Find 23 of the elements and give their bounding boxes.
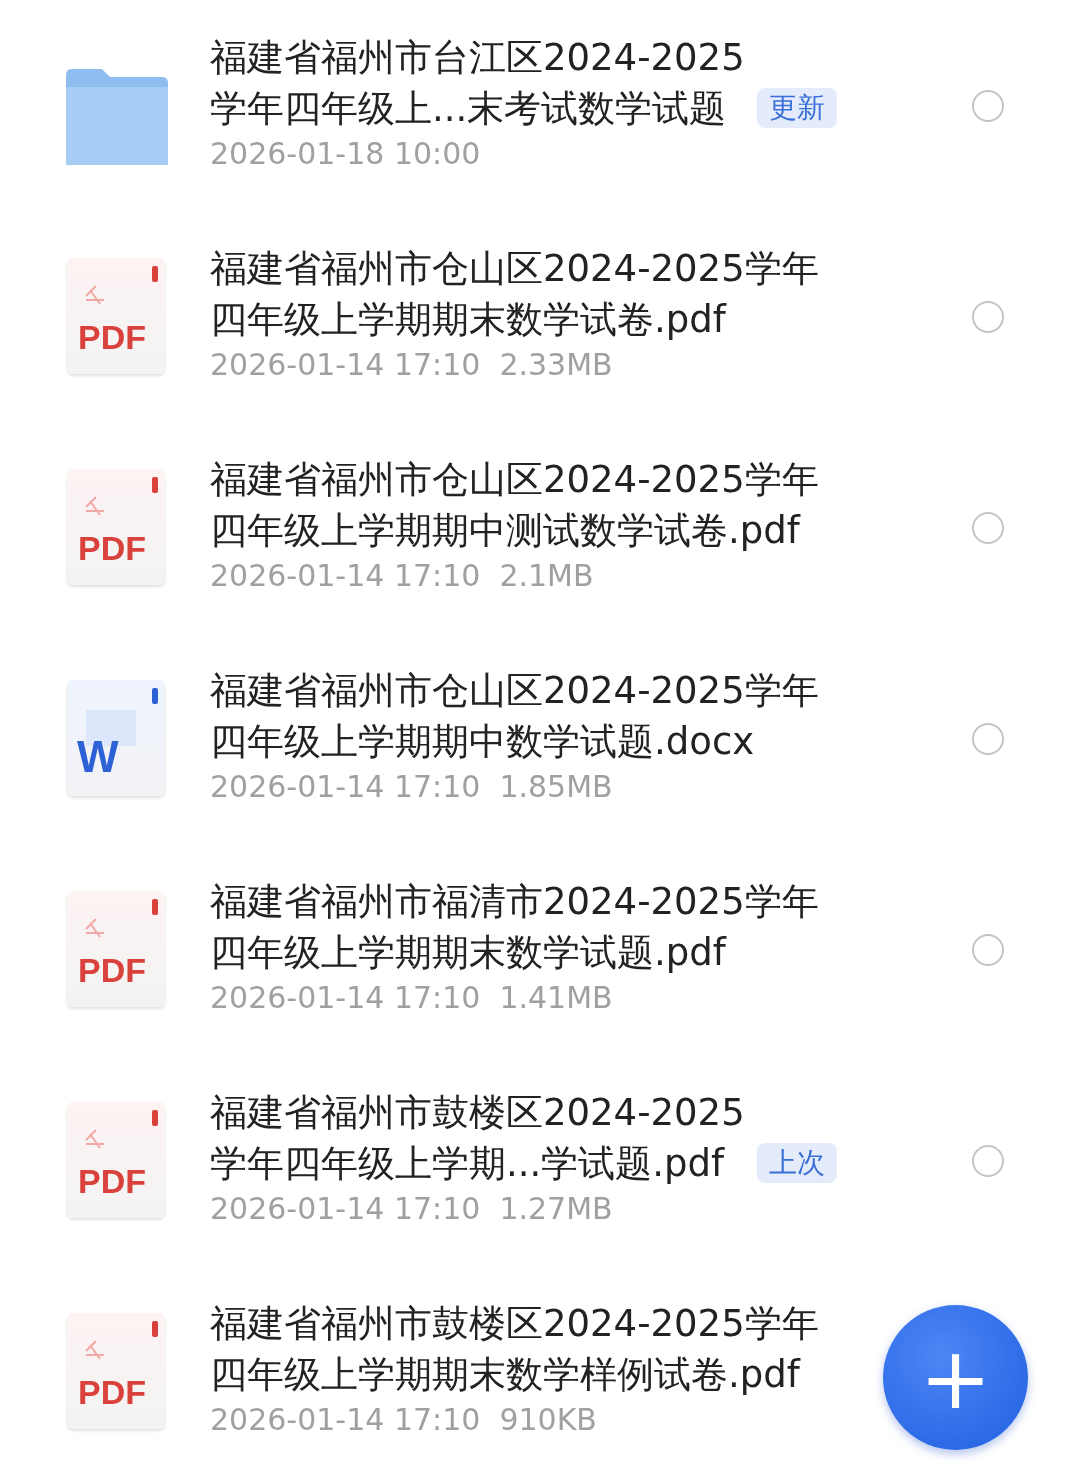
file-name[interactable]: 福建省福州市仓山区2024-2025学年 四年级上学期期末数学试卷.pdf: [210, 243, 819, 345]
add-button[interactable]: +: [883, 1305, 1028, 1450]
file-name[interactable]: 福建省福州市台江区2024-2025 学年四年级上...末考试数学试题: [210, 32, 745, 134]
file-name[interactable]: 福建省福州市鼓楼区2024-2025学年 四年级上学期期末数学样例试卷.pdf: [210, 1298, 819, 1400]
select-radio[interactable]: [972, 722, 1004, 755]
file-info: 2026-01-14 17:10 2.1MB: [210, 558, 595, 593]
select-radio[interactable]: [972, 933, 1004, 966]
status-tag: 上次: [756, 1143, 837, 1183]
file-name[interactable]: 福建省福州市仓山区2024-2025学年 四年级上学期期中测试数学试卷.pdf: [210, 454, 819, 556]
select-radio[interactable]: [972, 1144, 1004, 1177]
file-info: 2026-01-14 17:10 2.33MB: [210, 347, 614, 382]
file-name[interactable]: 福建省福州市仓山区2024-2025学年 四年级上学期期中数学试题.docx: [210, 665, 819, 767]
status-tag: 更新: [756, 88, 837, 128]
file-name[interactable]: 福建省福州市福清市2024-2025学年 四年级上学期期末数学试题.pdf: [210, 876, 819, 978]
file-info: 2026-01-14 17:10 1.27MB: [210, 1191, 614, 1226]
file-info: 2026-01-14 17:10 1.85MB: [210, 769, 614, 804]
file-info: 2026-01-14 17:10 1.41MB: [210, 980, 614, 1015]
select-radio[interactable]: [972, 300, 1004, 333]
select-radio[interactable]: [972, 89, 1004, 122]
select-radio[interactable]: [972, 511, 1004, 544]
file-info: 2026-01-18 10:00: [210, 136, 482, 171]
file-name[interactable]: 福建省福州市鼓楼区2024-2025 学年四年级上学期...学试题.pdf: [210, 1087, 745, 1189]
file-info: 2026-01-14 17:10 910KB: [210, 1402, 598, 1437]
